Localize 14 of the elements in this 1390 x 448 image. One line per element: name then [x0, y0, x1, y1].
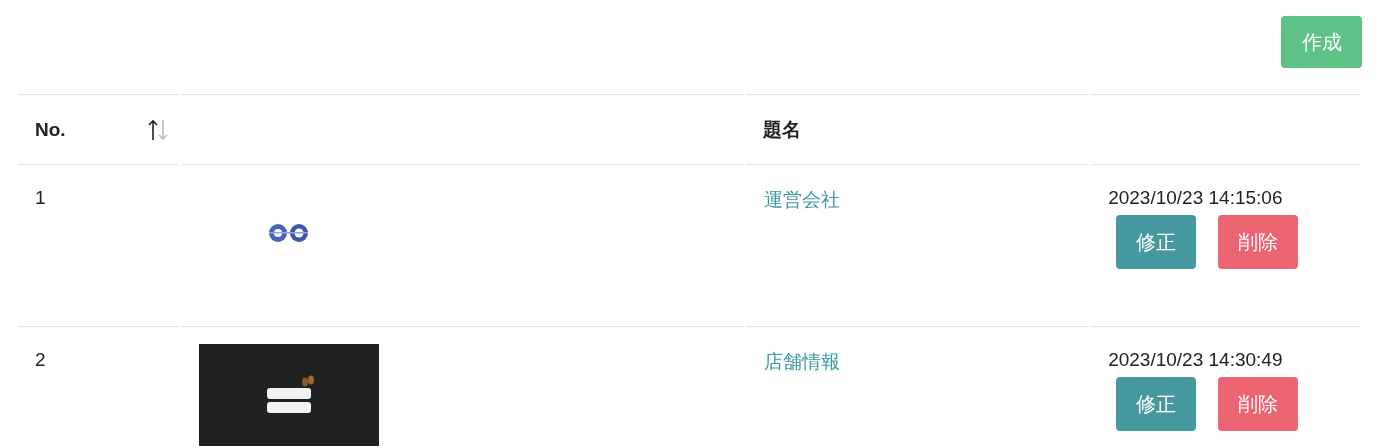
edit-button[interactable]: 修正: [1116, 377, 1197, 431]
sort-icon[interactable]: [147, 117, 170, 142]
column-label: 題名: [763, 117, 802, 142]
column-label: No.: [35, 118, 66, 141]
create-button[interactable]: 作成: [1281, 16, 1362, 68]
edit-button[interactable]: 修正: [1116, 215, 1197, 269]
title-link[interactable]: 店舗情報: [764, 351, 841, 372]
delete-button[interactable]: 削除: [1218, 377, 1299, 431]
date-text: 2023/10/23 14:30:49: [1108, 349, 1284, 371]
date-text: 2023/10/23 14:15:06: [1108, 187, 1284, 209]
row-number: 2: [35, 349, 46, 370]
delete-button[interactable]: 削除: [1218, 215, 1299, 269]
title-link[interactable]: 運営会社: [764, 189, 841, 210]
row-number: 1: [35, 187, 46, 208]
